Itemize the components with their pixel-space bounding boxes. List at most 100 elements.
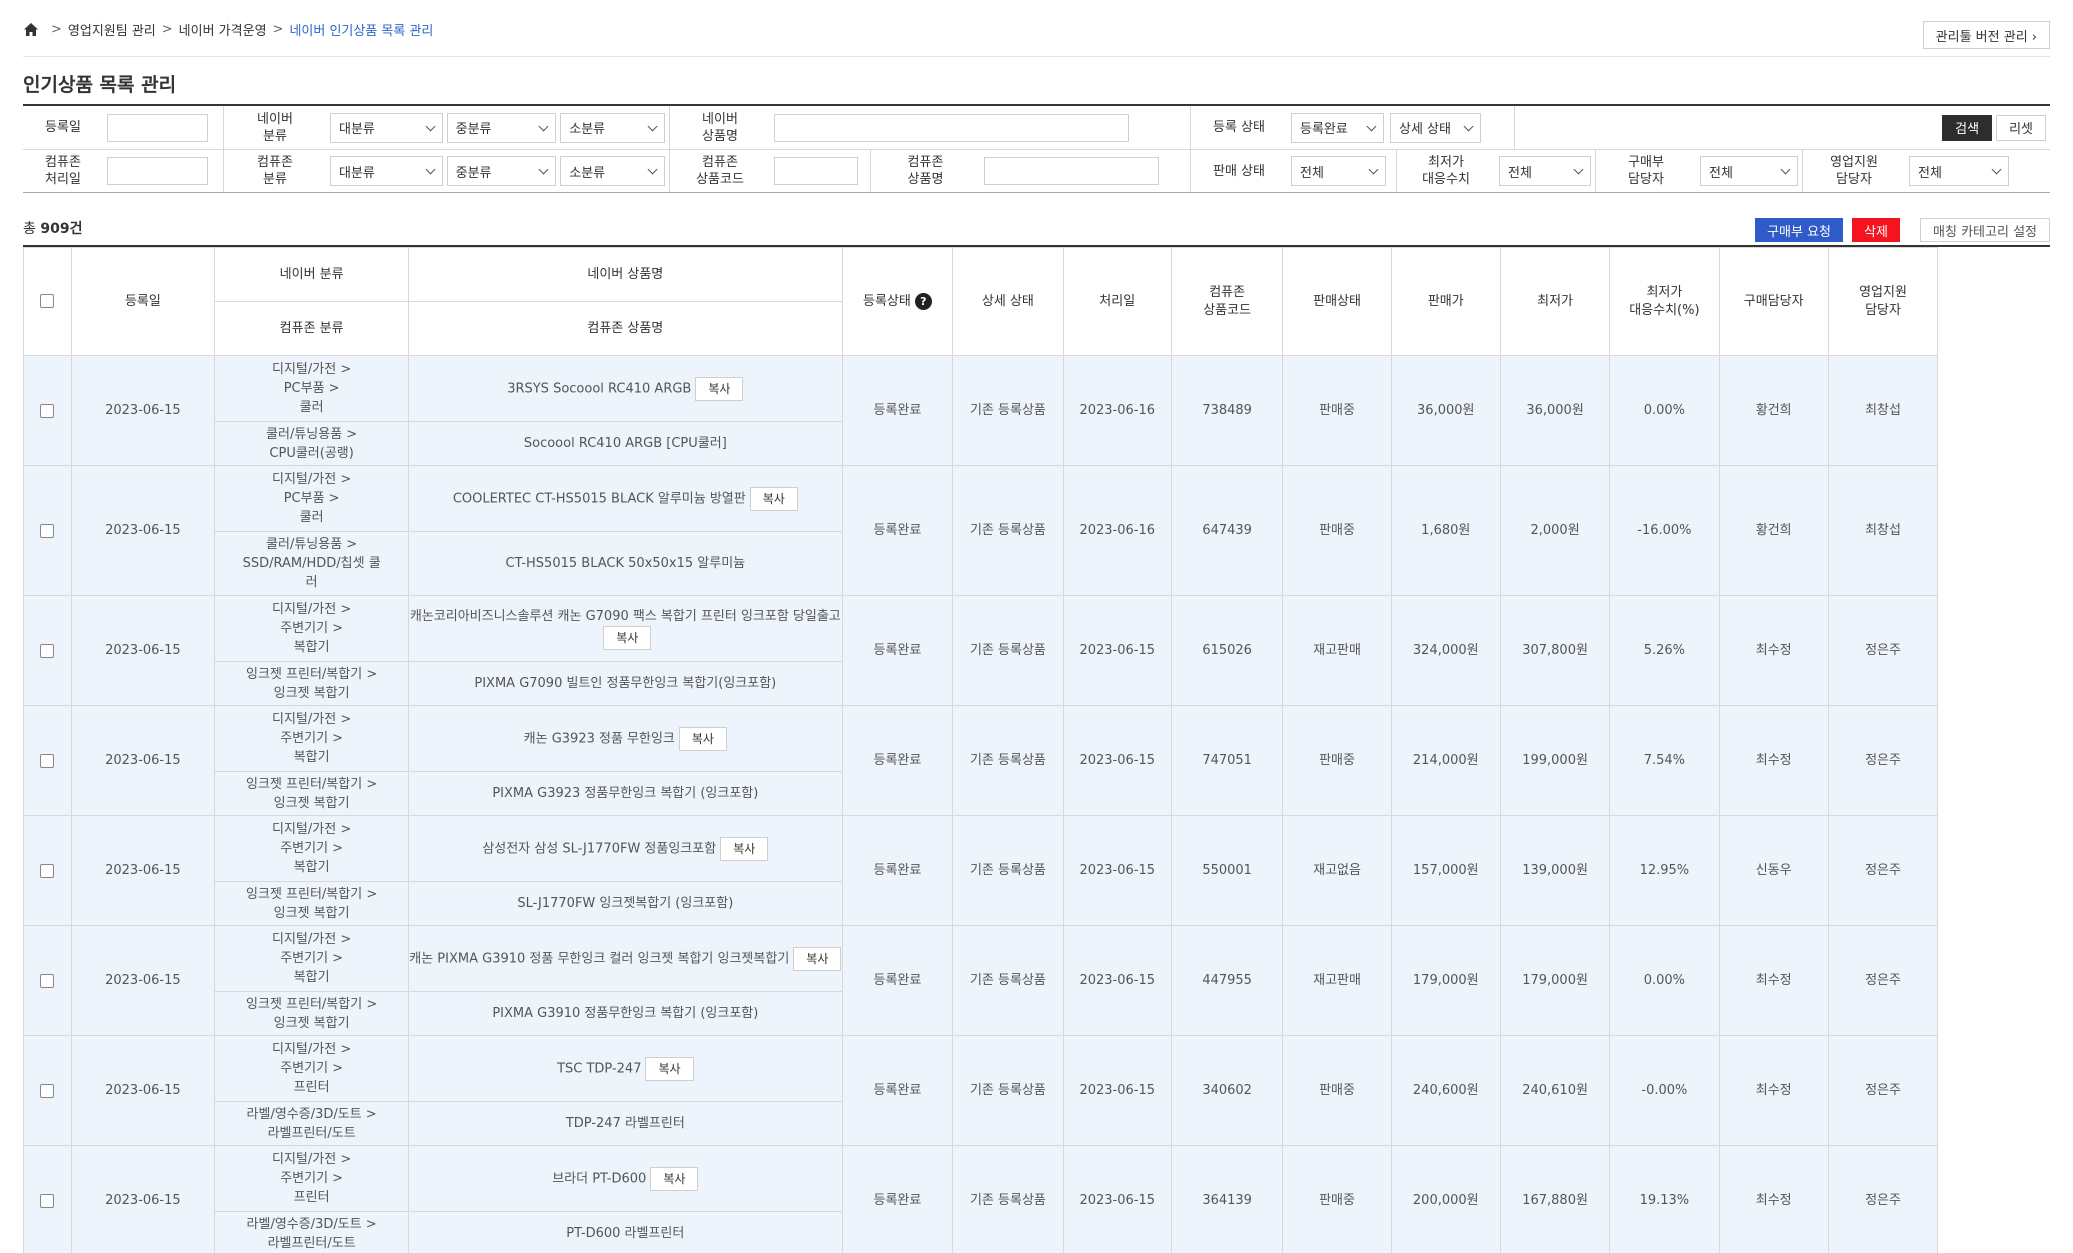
naver-category-mid-select[interactable]: 중분류: [446, 112, 557, 143]
cell-cz-name[interactable]: TDP-247 라벨프린터: [407, 1101, 843, 1146]
table-row: 2023-06-15 디지털/가전 > 주변기기 > 복합기 삼성전자 삼성 SL-…: [23, 815, 2050, 926]
cell-cz-name[interactable]: PIXMA G3923 정품무한잉크 복합기 (잉크포함): [407, 771, 843, 816]
cell-cz-category: 잉크젯 프린터/복합기 > 잉크젯 복합기: [214, 991, 409, 1036]
cell-cz-name[interactable]: PIXMA G7090 빌트인 정품무한잉크 복합기(잉크포함): [407, 661, 843, 706]
total-count: 총 909건: [23, 218, 82, 238]
page: > 영업지원팀 관리 > 네이버 가격운영 > 네이버 인기상품 목록 관리 관…: [23, 0, 2050, 1253]
cell-lowest-ratio: -16.00%: [1609, 465, 1720, 596]
delete-button[interactable]: 삭제: [1852, 218, 1900, 242]
naver-name-input[interactable]: [774, 113, 1129, 142]
naver-product-name[interactable]: 3RSYS Socoool RC410 ARGB: [507, 381, 691, 396]
cell-cz-name[interactable]: PIXMA G3910 정품무한잉크 복합기 (잉크포함): [407, 991, 843, 1036]
cell-proc-date: 2023-06-16: [1062, 465, 1172, 596]
total-prefix: 총: [23, 221, 41, 237]
cz-code-input[interactable]: [774, 157, 858, 185]
lowest-ratio-select[interactable]: 전체: [1499, 156, 1591, 186]
row-checkbox[interactable]: [40, 403, 55, 418]
naver-product-name[interactable]: 캐논 G3923 정품 무한잉크: [524, 731, 675, 746]
chevron-down-icon: [1463, 121, 1474, 131]
naver-product-name[interactable]: TSC TDP-247: [557, 1061, 641, 1076]
matching-category-button[interactable]: 매칭 카테고리 설정: [1920, 218, 2050, 242]
table-row: 2023-06-15 디지털/가전 > 주변기기 > 복합기 캐논코리아비즈니스솔루…: [23, 595, 2050, 706]
sales-manager-select[interactable]: 전체: [1909, 156, 2009, 186]
help-icon[interactable]: ?: [914, 292, 932, 310]
row-checkbox[interactable]: [40, 643, 55, 658]
purchase-request-button[interactable]: 구매부 요청: [1755, 218, 1843, 242]
cz-category-mid-select[interactable]: 중분류: [446, 156, 557, 186]
cell-proc-date: 2023-06-16: [1062, 355, 1172, 466]
home-icon[interactable]: [23, 22, 39, 37]
reset-button[interactable]: 리셋: [1996, 114, 2046, 141]
naver-product-name[interactable]: 캐논 PIXMA G3910 정품 무한잉크 컬러 잉크젯 복합기 잉크젯복합기: [409, 951, 789, 966]
chevron-down-icon: [538, 164, 549, 175]
select-value: 전체: [1300, 165, 1324, 181]
naver-category-small-select[interactable]: 소분류: [560, 112, 665, 143]
select-value: 중분류: [455, 122, 492, 137]
copy-button[interactable]: 복사: [749, 486, 798, 511]
row-checkbox[interactable]: [40, 1083, 55, 1098]
copy-button[interactable]: 복사: [645, 1056, 694, 1081]
cell-naver-category: 디지털/가전 > 주변기기 > 프린터: [214, 1145, 409, 1212]
cell-cz-name[interactable]: PT-D600 라벨프린터: [407, 1211, 843, 1253]
copy-button[interactable]: 복사: [720, 836, 769, 861]
reg-date-input[interactable]: [107, 113, 208, 142]
cell-naver-name: 브라더 PT-D600 복사: [407, 1145, 843, 1212]
naver-product-name[interactable]: COOLERTEC CT-HS5015 BLACK 알루미늄 방열판: [453, 491, 746, 506]
row-checkbox[interactable]: [40, 973, 55, 988]
search-button[interactable]: 검색: [1942, 114, 1993, 141]
cell-naver-name: COOLERTEC CT-HS5015 BLACK 알루미늄 방열판 복사: [407, 465, 843, 532]
cell-cz-code: 447955: [1170, 925, 1284, 1036]
cell-lowest: 2,000원: [1499, 465, 1611, 596]
cell-naver-category: 디지털/가전 > 주변기기 > 복합기: [214, 705, 409, 772]
cell-price: 200,000원: [1390, 1145, 1501, 1253]
cell-cz-name[interactable]: CT-HS5015 BLACK 50x50x15 알루미늄: [407, 531, 843, 596]
cell-cz-name[interactable]: SL-J1770FW 잉크젯복합기 (잉크포함): [407, 881, 843, 926]
select-value: 소분류: [569, 165, 606, 181]
copy-button[interactable]: 복사: [603, 626, 652, 650]
copy-button[interactable]: 복사: [793, 946, 842, 971]
naver-product-name[interactable]: 캐논코리아비즈니스솔루션 캐논 G7090 팩스 복합기 프린터 잉크포함 당일…: [410, 609, 841, 624]
select-all-checkbox[interactable]: [40, 294, 55, 308]
select-value: 전체: [1508, 165, 1532, 181]
table-row: 2023-06-15 디지털/가전 > PC부품 > 쿨러 3RSYS Socooo…: [23, 355, 2050, 466]
cell-naver-category: 디지털/가전 > 주변기기 > 복합기: [214, 925, 409, 992]
col-lowest-ratio: 최저가 대응수치(%): [1609, 247, 1720, 356]
col-cz-name: 컴퓨존 상품명: [407, 301, 843, 356]
detail-status-select[interactable]: 상세 상태: [1390, 112, 1481, 143]
reg-status-select[interactable]: 등록완료: [1291, 112, 1384, 143]
version-management-button[interactable]: 관리툴 버전 관리 ›: [1922, 21, 2050, 49]
naver-product-name[interactable]: 삼성전자 삼성 SL-J1770FW 정품잉크포함: [482, 841, 716, 856]
row-checkbox[interactable]: [40, 753, 55, 768]
cell-detail-status: 기존 등록상품: [952, 595, 1064, 706]
col-sale-status: 판매상태: [1282, 247, 1392, 356]
col-reg-date: 등록일: [70, 247, 216, 356]
row-checkbox[interactable]: [40, 523, 55, 538]
breadcrumb-item-naver-price[interactable]: 네이버 가격운영: [179, 20, 267, 39]
sale-status-select[interactable]: 전체: [1291, 156, 1386, 186]
filter-panel: 등록일 네이버 분류 대분류 중분류 소분류 네이버 상품명 등록 상태 등록완…: [23, 104, 2050, 193]
cell-cz-name[interactable]: Socoool RC410 ARGB [CPU쿨러]: [407, 421, 843, 466]
breadcrumb-item-sales-support[interactable]: 영업지원팀 관리: [68, 20, 156, 39]
cell-cz-category: 쿨러/튜닝용품 > CPU쿨러(공랭): [214, 421, 409, 466]
row-checkbox[interactable]: [40, 863, 55, 878]
naver-product-name[interactable]: 브라더 PT-D600: [552, 1171, 646, 1186]
product-table: 등록일 네이버 분류 네이버 상품명 등록상태? 상세 상태 처리일 컴퓨존 상…: [23, 247, 2050, 1253]
table-body: 2023-06-15 디지털/가전 > PC부품 > 쿨러 3RSYS Socooo…: [23, 355, 2050, 1253]
cell-proc-date: 2023-06-15: [1062, 1035, 1172, 1146]
cz-category-large-select[interactable]: 대분류: [330, 156, 443, 186]
proc-date-input[interactable]: [107, 157, 208, 185]
copy-button[interactable]: 복사: [650, 1166, 699, 1191]
buyer-select[interactable]: 전체: [1700, 156, 1798, 186]
cell-sales-manager: 정은주: [1827, 1035, 1939, 1146]
cz-category-small-select[interactable]: 소분류: [560, 156, 665, 186]
copy-button[interactable]: 복사: [695, 376, 744, 401]
top-bar: > 영업지원팀 관리 > 네이버 가격운영 > 네이버 인기상품 목록 관리 관…: [23, 0, 2050, 57]
copy-button[interactable]: 복사: [678, 726, 727, 751]
cell-cz-category: 잉크젯 프린터/복합기 > 잉크젯 복합기: [214, 881, 409, 926]
row-checkbox[interactable]: [40, 1193, 55, 1208]
cell-sales-manager: 최창섭: [1827, 465, 1939, 596]
naver-category-large-select[interactable]: 대분류: [330, 112, 443, 143]
cz-name-input[interactable]: [984, 157, 1159, 185]
cell-sale-status: 재고없음: [1282, 815, 1392, 926]
cz-code-label: 컴퓨존 상품코드: [669, 150, 770, 192]
